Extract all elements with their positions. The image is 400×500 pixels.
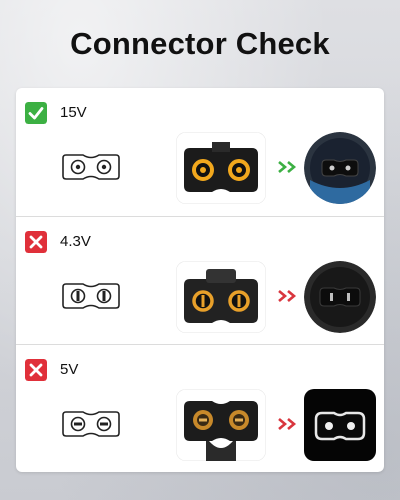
device-port-photo [304,132,376,204]
device-port-photo [304,389,376,461]
voltage-label: 4.3V [60,233,91,250]
connector-row-5v: 5V [16,344,384,472]
voltage-label: 15V [60,104,87,121]
voltage-label: 5V [60,361,79,378]
plug-photo [176,261,266,333]
double-chevron-icon [278,418,297,430]
plug-photo [176,132,266,204]
socket-outline-icon [62,283,120,309]
x-icon [25,231,47,253]
device-port-photo [304,261,376,333]
plug-photo [176,389,266,461]
check-icon [25,102,47,124]
connector-row-4-3v: 4.3V [16,216,384,345]
socket-outline-icon [62,154,120,180]
connector-row-15v: 15V [16,88,384,216]
double-chevron-icon [278,161,297,173]
socket-outline-icon [62,411,120,437]
page-title: Connector Check [70,26,330,61]
x-icon [25,359,47,381]
double-chevron-icon [278,290,297,302]
connector-card: 15V 4.3V 5V [16,88,384,472]
